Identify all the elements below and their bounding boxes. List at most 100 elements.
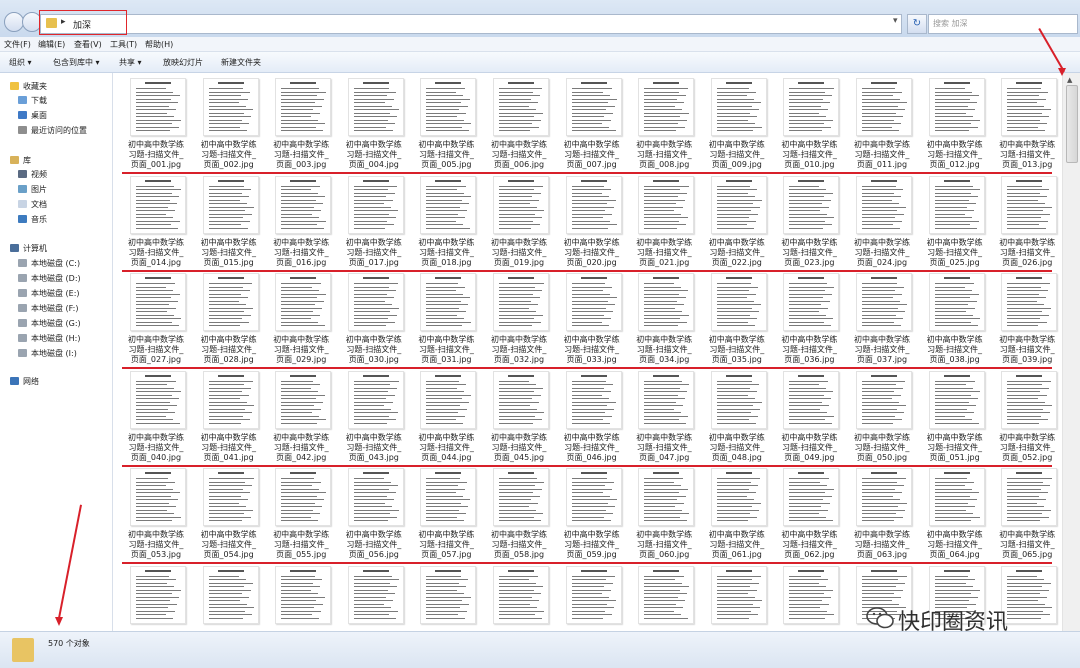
file-list-view[interactable]: 初中高中数学练 习题-扫描文件_ 页面_001.jpg 初中高中数学练 习题-扫描文件_… (113, 73, 1062, 631)
file-item[interactable] (342, 565, 406, 632)
sidebar-drive-c[interactable]: 本地磁盘 (C:) (18, 258, 80, 269)
file-item[interactable]: 初中高中数学练 习题-扫描文件_ 页面_041.jpg (197, 370, 261, 466)
file-item[interactable]: 初中高中数学练 习题-扫描文件_ 页面_056.jpg (342, 468, 406, 563)
file-item[interactable] (487, 565, 551, 632)
file-item[interactable]: 初中高中数学练 习题-扫描文件_ 页面_026.jpg (995, 175, 1059, 271)
file-item[interactable]: 初中高中数学练 习题-扫描文件_ 页面_048.jpg (705, 370, 769, 466)
file-item[interactable]: 初中高中数学练 习题-扫描文件_ 页面_005.jpg (414, 78, 478, 173)
breadcrumb-current[interactable]: 加深 (73, 18, 91, 31)
file-item[interactable]: 初中高中数学练 习题-扫描文件_ 页面_037.jpg (850, 273, 914, 368)
file-item[interactable]: 初中高中数学练 习题-扫描文件_ 页面_064.jpg (923, 468, 987, 563)
file-item[interactable]: 初中高中数学练 习题-扫描文件_ 页面_028.jpg (197, 273, 261, 368)
refresh-icon[interactable]: ↻ (907, 14, 927, 34)
file-item[interactable]: 初中高中数学练 习题-扫描文件_ 页面_053.jpg (124, 468, 188, 563)
file-item[interactable]: 初中高中数学练 习题-扫描文件_ 页面_058.jpg (487, 468, 551, 563)
file-item[interactable]: 初中高中数学练 习题-扫描文件_ 页面_057.jpg (414, 468, 478, 563)
file-item[interactable]: 初中高中数学练 习题-扫描文件_ 页面_061.jpg (705, 468, 769, 563)
file-item[interactable]: 初中高中数学练 习题-扫描文件_ 页面_003.jpg (269, 78, 333, 173)
file-item[interactable]: 初中高中数学练 习题-扫描文件_ 页面_054.jpg (197, 468, 261, 563)
file-item[interactable]: 初中高中数学练 习题-扫描文件_ 页面_025.jpg (923, 175, 987, 271)
file-item[interactable]: 初中高中数学练 习题-扫描文件_ 页面_033.jpg (560, 273, 624, 368)
menu-view[interactable]: 查看(V) (74, 39, 102, 50)
menu-edit[interactable]: 编辑(E) (38, 39, 65, 50)
search-input[interactable]: 搜索 加深 (928, 14, 1078, 34)
sidebar-item-downloads[interactable]: 下载 (18, 95, 47, 106)
file-item[interactable]: 初中高中数学练 习题-扫描文件_ 页面_052.jpg (995, 370, 1059, 466)
file-item[interactable]: 初中高中数学练 习题-扫描文件_ 页面_017.jpg (342, 175, 406, 271)
file-item[interactable] (197, 565, 261, 632)
file-item[interactable]: 初中高中数学练 习题-扫描文件_ 页面_018.jpg (414, 175, 478, 271)
file-item[interactable]: 初中高中数学练 习题-扫描文件_ 页面_044.jpg (414, 370, 478, 466)
file-item[interactable]: 初中高中数学练 习题-扫描文件_ 页面_062.jpg (777, 468, 841, 563)
sidebar-drive-e[interactable]: 本地磁盘 (E:) (18, 288, 80, 299)
file-item[interactable]: 初中高中数学练 习题-扫描文件_ 页面_029.jpg (269, 273, 333, 368)
menu-tools[interactable]: 工具(T) (110, 39, 137, 50)
sidebar-item-documents[interactable]: 文档 (18, 199, 47, 210)
file-item[interactable]: 初中高中数学练 习题-扫描文件_ 页面_030.jpg (342, 273, 406, 368)
sidebar-drive-g[interactable]: 本地磁盘 (G:) (18, 318, 81, 329)
file-item[interactable] (560, 565, 624, 632)
file-item[interactable]: 初中高中数学练 习题-扫描文件_ 页面_059.jpg (560, 468, 624, 563)
back-button[interactable] (4, 12, 24, 32)
sidebar-computer[interactable]: 计算机 (10, 243, 47, 254)
file-item[interactable]: 初中高中数学练 习题-扫描文件_ 页面_031.jpg (414, 273, 478, 368)
file-item[interactable]: 初中高中数学练 习题-扫描文件_ 页面_007.jpg (560, 78, 624, 173)
slideshow-button[interactable]: 放映幻灯片 (163, 57, 203, 68)
file-item[interactable]: 初中高中数学练 习题-扫描文件_ 页面_043.jpg (342, 370, 406, 466)
file-item[interactable]: 初中高中数学练 习题-扫描文件_ 页面_035.jpg (705, 273, 769, 368)
sidebar-item-music[interactable]: 音乐 (18, 214, 47, 225)
file-item[interactable]: 初中高中数学练 习题-扫描文件_ 页面_032.jpg (487, 273, 551, 368)
include-in-library-button[interactable]: 包含到库中 ▾ (53, 57, 100, 68)
file-item[interactable]: 初中高中数学练 习题-扫描文件_ 页面_004.jpg (342, 78, 406, 173)
file-item[interactable]: 初中高中数学练 习题-扫描文件_ 页面_047.jpg (632, 370, 696, 466)
file-item[interactable]: 初中高中数学练 习题-扫描文件_ 页面_040.jpg (124, 370, 188, 466)
file-item[interactable]: 初中高中数学练 习题-扫描文件_ 页面_063.jpg (850, 468, 914, 563)
file-item[interactable]: 初中高中数学练 习题-扫描文件_ 页面_010.jpg (777, 78, 841, 173)
file-item[interactable]: 初中高中数学练 习题-扫描文件_ 页面_008.jpg (632, 78, 696, 173)
share-button[interactable]: 共享 ▾ (119, 57, 142, 68)
file-item[interactable]: 初中高中数学练 习题-扫描文件_ 页面_009.jpg (705, 78, 769, 173)
file-item[interactable]: 初中高中数学练 习题-扫描文件_ 页面_042.jpg (269, 370, 333, 466)
file-item[interactable]: 初中高中数学练 习题-扫描文件_ 页面_022.jpg (705, 175, 769, 271)
organize-button[interactable]: 组织 ▾ (9, 57, 32, 68)
file-item[interactable]: 初中高中数学练 习题-扫描文件_ 页面_060.jpg (632, 468, 696, 563)
sidebar-favorites[interactable]: 收藏夹 (10, 81, 47, 92)
sidebar-drive-f[interactable]: 本地磁盘 (F:) (18, 303, 78, 314)
sidebar-network[interactable]: 网络 (10, 376, 39, 387)
file-item[interactable]: 初中高中数学练 习题-扫描文件_ 页面_027.jpg (124, 273, 188, 368)
file-item[interactable]: 初中高中数学练 习题-扫描文件_ 页面_036.jpg (777, 273, 841, 368)
file-item[interactable]: 初中高中数学练 习题-扫描文件_ 页面_011.jpg (850, 78, 914, 173)
file-item[interactable]: 初中高中数学练 习题-扫描文件_ 页面_023.jpg (777, 175, 841, 271)
file-item[interactable]: 初中高中数学练 习题-扫描文件_ 页面_046.jpg (560, 370, 624, 466)
file-item[interactable]: 初中高中数学练 习题-扫描文件_ 页面_021.jpg (632, 175, 696, 271)
address-field[interactable]: ▸ 加深 (39, 10, 902, 35)
file-item[interactable] (269, 565, 333, 632)
file-item[interactable]: 初中高中数学练 习题-扫描文件_ 页面_014.jpg (124, 175, 188, 271)
file-item[interactable]: 初中高中数学练 习题-扫描文件_ 页面_049.jpg (777, 370, 841, 466)
file-item[interactable]: 初中高中数学练 习题-扫描文件_ 页面_024.jpg (850, 175, 914, 271)
sidebar-drive-h[interactable]: 本地磁盘 (H:) (18, 333, 81, 344)
sidebar-drive-i[interactable]: 本地磁盘 (I:) (18, 348, 77, 359)
file-item[interactable]: 初中高中数学练 习题-扫描文件_ 页面_038.jpg (923, 273, 987, 368)
scroll-up-arrow-icon[interactable]: ▲ (1067, 76, 1072, 84)
file-item[interactable]: 初中高中数学练 习题-扫描文件_ 页面_039.jpg (995, 273, 1059, 368)
sidebar-item-pictures[interactable]: 图片 (18, 184, 47, 195)
sidebar-drive-d[interactable]: 本地磁盘 (D:) (18, 273, 81, 284)
sidebar-libraries[interactable]: 库 (10, 155, 31, 166)
breadcrumb-arrow-icon[interactable]: ▸ (61, 17, 66, 27)
address-dropdown-icon[interactable]: ▾ (893, 16, 898, 26)
file-item[interactable]: 初中高中数学练 习题-扫描文件_ 页面_015.jpg (197, 175, 261, 271)
file-item[interactable]: 初中高中数学练 习题-扫描文件_ 页面_016.jpg (269, 175, 333, 271)
sidebar-item-desktop[interactable]: 桌面 (18, 110, 47, 121)
file-item[interactable]: 初中高中数学练 习题-扫描文件_ 页面_050.jpg (850, 370, 914, 466)
menu-file[interactable]: 文件(F) (4, 39, 31, 50)
file-item[interactable]: 初中高中数学练 习题-扫描文件_ 页面_006.jpg (487, 78, 551, 173)
vertical-scrollbar[interactable]: ▲ (1062, 73, 1080, 631)
file-item[interactable]: 初中高中数学练 习题-扫描文件_ 页面_020.jpg (560, 175, 624, 271)
file-item[interactable]: 初中高中数学练 习题-扫描文件_ 页面_013.jpg (995, 78, 1059, 173)
file-item[interactable]: 初中高中数学练 习题-扫描文件_ 页面_055.jpg (269, 468, 333, 563)
sidebar-item-videos[interactable]: 视频 (18, 169, 47, 180)
file-item[interactable]: 初中高中数学练 习题-扫描文件_ 页面_065.jpg (995, 468, 1059, 563)
file-item[interactable] (632, 565, 696, 632)
menu-help[interactable]: 帮助(H) (145, 39, 173, 50)
